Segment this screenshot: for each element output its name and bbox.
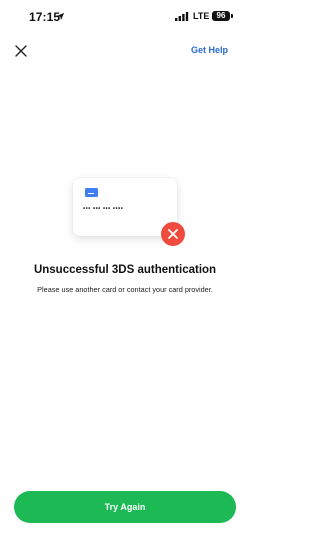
status-bar: 17:15 LTE 96 — [0, 0, 250, 34]
close-icon[interactable] — [12, 42, 30, 60]
battery-indicator: 96 — [212, 11, 230, 21]
network-type: LTE — [193, 11, 210, 21]
location-arrow-icon — [56, 12, 65, 21]
error-subtitle: Please use another card or contact your … — [37, 285, 213, 294]
battery-cap — [231, 14, 233, 18]
card-chip-icon — [85, 188, 98, 197]
try-again-button[interactable]: Try Again — [14, 491, 236, 523]
card-error-illustration: ••• ••• ••• •••• — [73, 178, 185, 246]
card-number-mask: ••• ••• ••• •••• — [83, 206, 124, 212]
error-x-icon — [161, 222, 185, 246]
error-title: Unsuccessful 3DS authentication — [33, 264, 217, 276]
get-help-link[interactable]: Get Help — [191, 45, 228, 55]
signal-bars-icon — [175, 12, 189, 21]
